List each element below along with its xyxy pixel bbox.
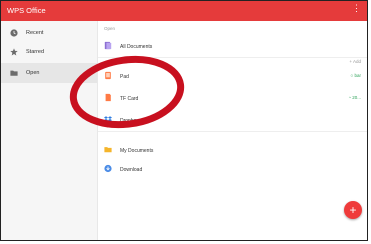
location-label: Pad	[120, 74, 129, 80]
sidebar-item-label: Open	[26, 70, 40, 76]
location-row-pad[interactable]: Pad ○ bar	[98, 65, 367, 87]
sidebar-item-label: Recent	[26, 30, 44, 36]
app-title: WPS Office	[7, 6, 46, 15]
storage-status: ○ bar	[350, 73, 361, 78]
sidebar-item-open[interactable]: Open	[1, 63, 97, 83]
divider	[98, 57, 367, 58]
dropbox-icon	[104, 116, 112, 122]
location-label: TF Card	[120, 96, 139, 102]
download-icon	[104, 164, 112, 173]
app-top-bar: WPS Office ⋮	[1, 1, 367, 21]
folder-icon	[10, 70, 18, 76]
all-documents-row[interactable]: All Documents	[98, 35, 367, 57]
folder-icon	[104, 147, 112, 153]
main-panel: Open All Documents + Add Pad ○ bar TF Ca…	[98, 21, 367, 240]
sidebar-item-label: Starred	[26, 49, 45, 55]
more-vertical-icon[interactable]: ⋮	[352, 4, 361, 13]
sidebar-item-recent[interactable]: Recent	[1, 23, 97, 43]
folder-row-download[interactable]: Download	[98, 158, 367, 180]
all-documents-label: All Documents	[120, 44, 153, 50]
location-row-tf-card[interactable]: TF Card ◔ 20...	[98, 87, 367, 109]
divider	[98, 131, 367, 132]
sidebar: Recent Starred Open	[1, 21, 98, 240]
location-label: Dropbox	[120, 118, 139, 124]
folder-label: My Documents	[120, 148, 154, 154]
tablet-icon	[105, 71, 111, 80]
clock-icon	[10, 29, 18, 37]
sidebar-item-starred[interactable]: Starred	[1, 42, 97, 62]
add-location-button[interactable]: + Add	[349, 59, 361, 64]
app-window: WPS Office ⋮ Recent Starred Open Open Al…	[0, 0, 368, 241]
storage-status: ◔ 20...	[348, 95, 361, 100]
star-icon	[10, 48, 18, 56]
location-row-dropbox[interactable]: Dropbox	[98, 109, 367, 131]
section-label-open: Open	[104, 26, 116, 31]
folder-label: Download	[120, 167, 143, 173]
add-fab-button[interactable]: +	[344, 201, 362, 219]
sd-card-icon	[105, 93, 111, 102]
documents-icon	[104, 41, 112, 50]
